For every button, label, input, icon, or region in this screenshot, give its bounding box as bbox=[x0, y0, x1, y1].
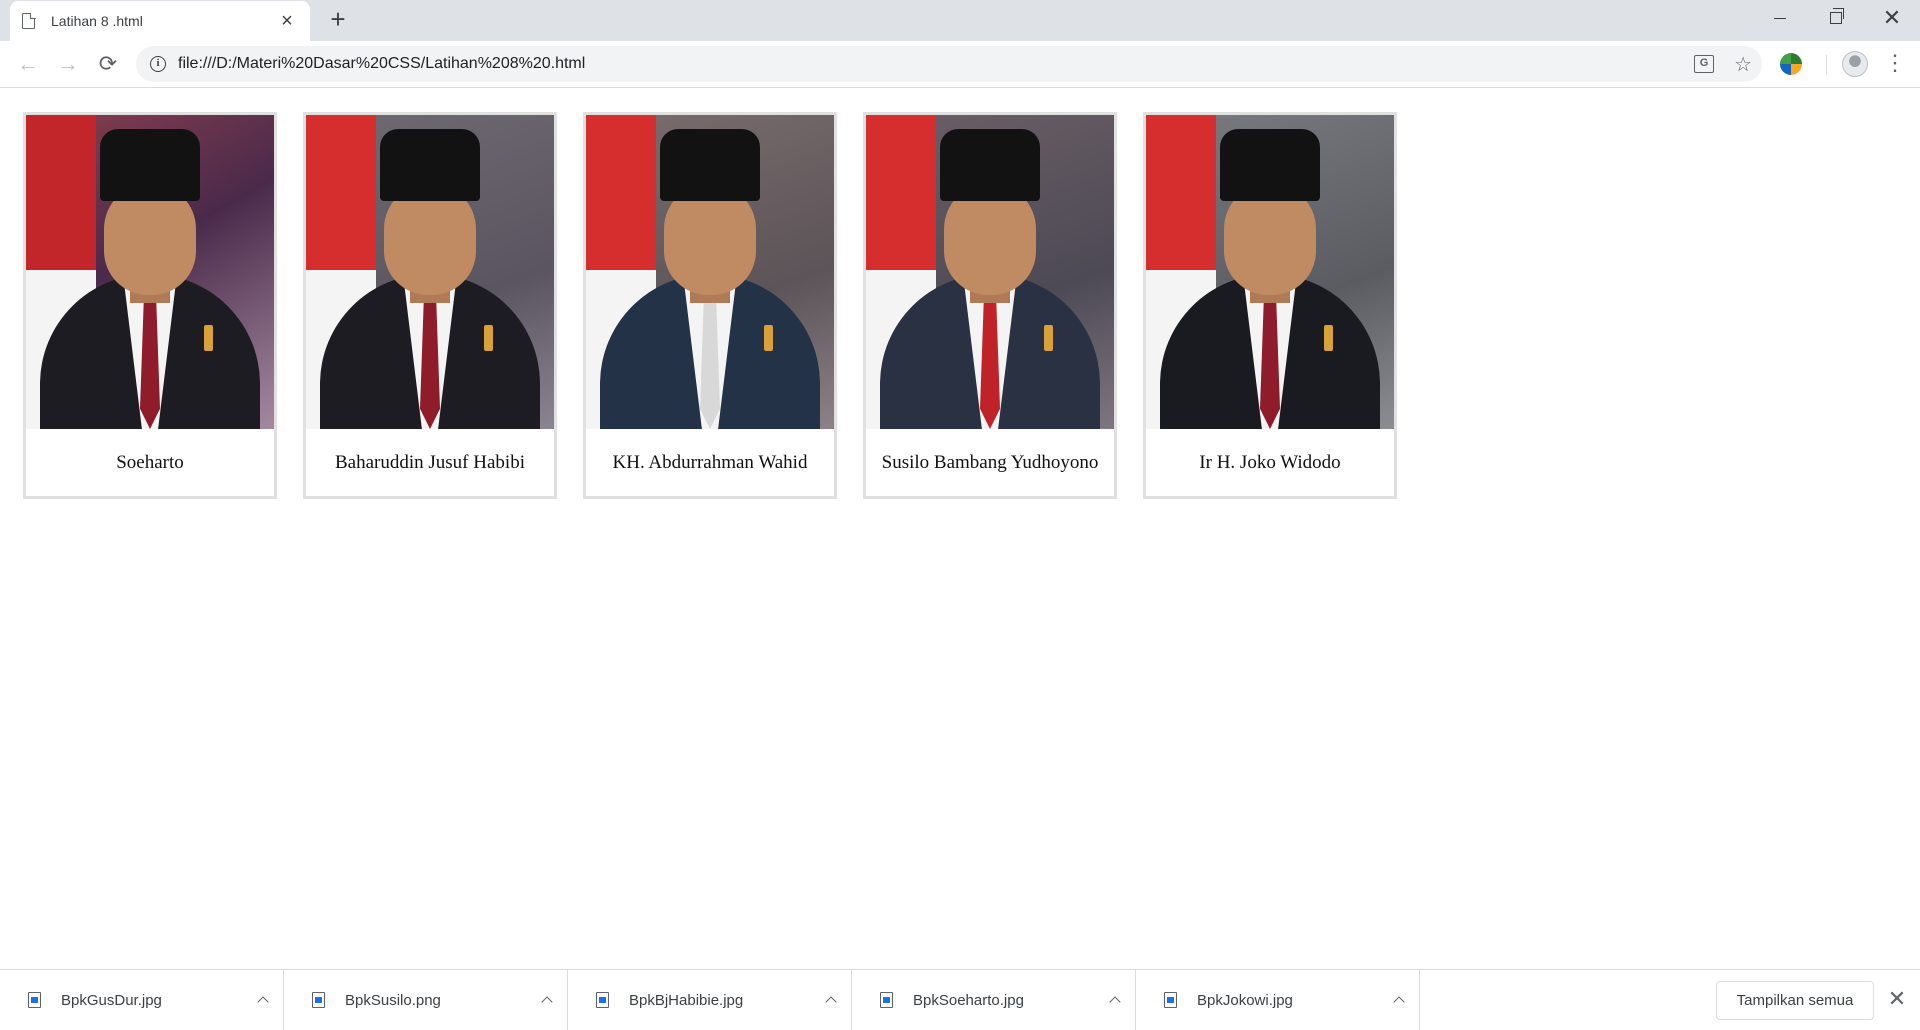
chevron-up-icon[interactable] bbox=[255, 992, 271, 1008]
download-filename: BpkSusilo.png bbox=[345, 991, 441, 1009]
president-card: Ir H. Joko Widodo bbox=[1143, 112, 1397, 499]
reload-button[interactable]: ⟳ bbox=[88, 44, 128, 84]
president-name: Baharuddin Jusuf Habibi bbox=[335, 452, 525, 473]
url-text[interactable]: file:///D:/Materi%20Dasar%20CSS/Latihan%… bbox=[178, 55, 585, 73]
close-window-button[interactable]: ✕ bbox=[1864, 0, 1920, 36]
president-gallery: Soeharto Baharuddin Jusuf Habibi KH. Abd… bbox=[23, 112, 1397, 499]
chevron-up-icon[interactable] bbox=[1391, 992, 1407, 1008]
page-content: Soeharto Baharuddin Jusuf Habibi KH. Abd… bbox=[0, 89, 1920, 969]
president-photo bbox=[586, 115, 834, 429]
restore-icon bbox=[1830, 8, 1844, 24]
image-file-icon bbox=[880, 992, 893, 1008]
president-photo bbox=[306, 115, 554, 429]
president-name: KH. Abdurrahman Wahid bbox=[612, 452, 808, 473]
download-item[interactable]: BpkSusilo.png bbox=[284, 969, 568, 1030]
menu-icon[interactable]: ⋮ bbox=[1882, 49, 1908, 79]
profile-avatar[interactable] bbox=[1842, 51, 1868, 77]
download-item[interactable]: BpkSoeharto.jpg bbox=[852, 969, 1136, 1030]
tab-close-icon[interactable]: × bbox=[276, 10, 298, 32]
address-bar[interactable]: i file:///D:/Materi%20Dasar%20CSS/Latiha… bbox=[136, 46, 1762, 82]
image-file-icon bbox=[312, 992, 325, 1008]
download-item[interactable]: BpkGusDur.jpg bbox=[0, 969, 284, 1030]
document-icon bbox=[22, 12, 36, 29]
tab-latihan-8[interactable]: Latihan 8 .html × bbox=[10, 1, 310, 41]
president-name: Susilo Bambang Yudhoyono bbox=[881, 452, 1099, 473]
tab-strip: Latihan 8 .html × + ✕ bbox=[0, 0, 1920, 41]
president-photo bbox=[26, 115, 274, 429]
toolbar-divider bbox=[1826, 55, 1827, 75]
download-item[interactable]: BpkBjHabibie.jpg bbox=[568, 969, 852, 1030]
president-card: Baharuddin Jusuf Habibi bbox=[303, 112, 557, 499]
show-all-downloads-button[interactable]: Tampilkan semua bbox=[1716, 981, 1874, 1020]
bookmark-star-icon[interactable]: ☆ bbox=[1734, 52, 1752, 77]
download-filename: BpkBjHabibie.jpg bbox=[629, 991, 744, 1009]
site-info-icon[interactable]: i bbox=[150, 56, 166, 72]
president-photo bbox=[1146, 115, 1394, 429]
download-item[interactable]: BpkJokowi.jpg bbox=[1136, 969, 1420, 1030]
image-file-icon bbox=[1164, 992, 1177, 1008]
tab-title: Latihan 8 .html bbox=[51, 13, 143, 29]
chevron-up-icon[interactable] bbox=[823, 992, 839, 1008]
president-card: Susilo Bambang Yudhoyono bbox=[863, 112, 1117, 499]
window-controls: ✕ bbox=[1752, 0, 1920, 36]
forward-button[interactable]: → bbox=[48, 44, 88, 84]
new-tab-button[interactable]: + bbox=[324, 6, 352, 34]
minimize-icon bbox=[1774, 17, 1786, 19]
president-card: Soeharto bbox=[23, 112, 277, 499]
chevron-up-icon[interactable] bbox=[539, 992, 555, 1008]
download-bar: BpkGusDur.jpg BpkSusilo.png BpkBjHabibie… bbox=[0, 969, 1920, 1030]
extension-icon[interactable] bbox=[1780, 53, 1802, 75]
download-filename: BpkGusDur.jpg bbox=[61, 991, 162, 1009]
president-name: Soeharto bbox=[116, 452, 184, 473]
download-filename: BpkJokowi.jpg bbox=[1197, 991, 1293, 1009]
president-card: KH. Abdurrahman Wahid bbox=[583, 112, 837, 499]
omnibox-actions: G ☆ bbox=[1694, 46, 1752, 82]
minimize-button[interactable] bbox=[1752, 0, 1808, 36]
chevron-up-icon[interactable] bbox=[1107, 992, 1123, 1008]
image-file-icon bbox=[28, 992, 41, 1008]
back-button[interactable]: ← bbox=[8, 44, 48, 84]
president-photo bbox=[866, 115, 1114, 429]
browser-toolbar: ← → ⟳ i file:///D:/Materi%20Dasar%20CSS/… bbox=[0, 41, 1920, 88]
image-file-icon bbox=[596, 992, 609, 1008]
restore-button[interactable] bbox=[1808, 0, 1864, 36]
translate-icon[interactable]: G bbox=[1694, 55, 1715, 73]
download-filename: BpkSoeharto.jpg bbox=[913, 991, 1024, 1009]
president-name: Ir H. Joko Widodo bbox=[1199, 452, 1341, 473]
close-download-bar-icon[interactable]: ✕ bbox=[1886, 987, 1908, 1013]
